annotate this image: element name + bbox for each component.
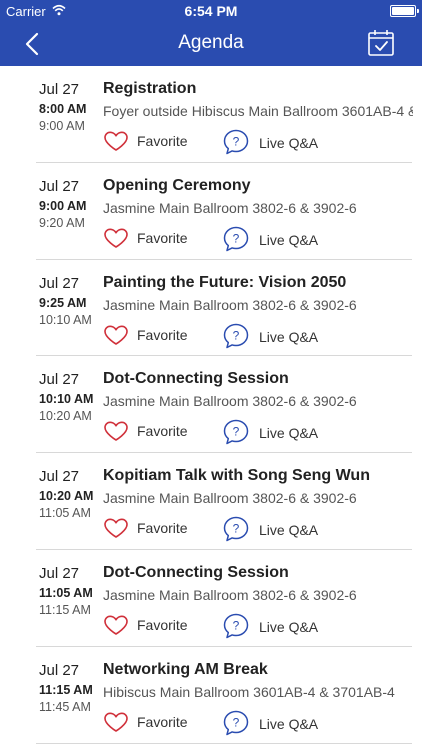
heart-icon [104,131,128,151]
live-qa-label: Live Q&A [259,135,319,151]
live-qa-label: Live Q&A [259,618,319,635]
heart-icon [104,518,128,538]
question-bubble-icon: ? [223,226,249,252]
session-location: Foyer outside Hibiscus Main Ballroom 360… [103,103,413,119]
session-title: Networking AM Break [103,660,268,678]
session-row[interactable]: Jul 27 11:05 AM 11:15 AM Dot-Connecting Ses… [0,550,422,647]
favorite-label: Favorite [137,520,188,537]
status-bar: Carrier 6:54 PM [0,0,422,22]
page-title: Agenda [178,32,244,53]
favorite-label: Favorite [137,616,188,633]
heart-icon [104,615,128,635]
question-bubble-icon: ? [223,710,249,736]
session-start-time: 10:10 AM [39,392,94,407]
question-bubble-icon: ? [223,516,249,542]
session-date: Jul 27 [39,661,80,679]
session-row[interactable]: Jul 27 8:00 AM 9:00 AM Registration Foyer ou… [0,66,422,163]
row-divider [36,742,412,744]
session-title: Dot-Connecting Session [103,370,289,388]
favorite-label: Favorite [137,133,188,149]
session-start-time: 8:00 AM [39,102,87,116]
session-location: Jasmine Main Ballroom 3802-6 & 3902-6 [103,586,357,603]
live-qa-label: Live Q&A [259,425,319,442]
session-location: Jasmine Main Ballroom 3802-6 & 3902-6 [103,296,357,313]
live-qa-label: Live Q&A [259,328,319,345]
session-location: Jasmine Main Ballroom 3802-6 & 3902-6 [103,490,357,507]
session-title: Registration [103,80,197,97]
session-title: Kopitiam Talk with Song Seng Wun [103,467,370,485]
session-location: Jasmine Main Ballroom 3802-6 & 3902-6 [103,199,357,216]
live-qa-label: Live Q&A [259,231,319,248]
session-end-time: 10:20 AM [39,409,92,424]
session-title: Painting the Future: Vision 2050 [103,273,347,291]
session-end-time: 11:15 AM [39,602,91,617]
question-bubble-icon: ? [223,129,249,155]
svg-text:?: ? [233,715,240,729]
battery-icon [390,5,419,17]
session-start-time: 10:20 AM [39,489,94,504]
session-row[interactable]: Jul 27 9:25 AM 10:10 AM Painting the Future… [0,260,422,357]
live-qa-label: Live Q&A [259,522,319,539]
session-row[interactable]: Jul 27 9:00 AM 9:20 AM Opening Ceremony Jasm… [0,163,422,260]
session-end-time: 9:20 AM [39,215,85,230]
session-date: Jul 27 [39,371,80,389]
session-end-time: 11:45 AM [39,699,91,714]
session-end-time: 11:05 AM [39,506,91,521]
session-start-time: 9:25 AM [39,295,87,310]
svg-text:?: ? [233,135,240,149]
question-bubble-icon: ? [223,613,249,639]
clock: 6:54 PM [184,3,238,19]
nav-bar: Agenda [0,22,422,66]
favorite-label: Favorite [137,423,188,440]
session-row[interactable]: Jul 27 10:10 AM 10:20 AM Dot-Connecting Ses… [0,356,422,454]
svg-text:?: ? [233,618,240,632]
session-start-time: 11:05 AM [39,585,93,600]
heart-icon [104,712,128,732]
heart-icon [104,421,128,442]
heart-icon [104,325,128,345]
favorite-label: Favorite [137,326,188,343]
session-date: Jul 27 [39,468,80,486]
session-date: Jul 27 [39,564,80,582]
session-location: Jasmine Main Ballroom 3802-6 & 3902-6 [103,393,357,410]
session-row[interactable]: Jul 27 10:20 AM 11:05 AM Kopitiam Talk with… [0,453,422,550]
session-title: Dot-Connecting Session [103,563,289,581]
svg-text:?: ? [233,425,240,439]
session-start-time: 11:15 AM [39,682,93,697]
session-title: Opening Ceremony [103,176,251,194]
favorite-label: Favorite [137,229,188,246]
session-end-time: 9:00 AM [39,119,85,133]
session-end-time: 10:10 AM [39,312,92,327]
session-start-time: 9:00 AM [39,198,87,213]
agenda-list: Jul 27 8:00 AM 9:00 AM Registration Foyer ou… [0,66,422,744]
session-date: Jul 27 [39,274,80,292]
question-bubble-icon: ? [223,420,249,445]
session-location: Hibiscus Main Ballroom 3601AB-4 & 3701AB… [103,683,395,700]
session-date: Jul 27 [39,177,80,195]
session-row[interactable]: Jul 27 11:15 AM 11:45 AM Networking AM Brea… [0,647,422,744]
calendar-check-icon[interactable] [366,28,396,58]
favorite-label: Favorite [137,713,188,730]
session-date: Jul 27 [39,81,80,98]
heart-icon [104,228,128,248]
svg-text:?: ? [233,522,240,536]
svg-text:?: ? [233,231,240,245]
question-bubble-icon: ? [223,323,249,348]
svg-text:?: ? [233,328,240,342]
live-qa-label: Live Q&A [259,715,319,732]
